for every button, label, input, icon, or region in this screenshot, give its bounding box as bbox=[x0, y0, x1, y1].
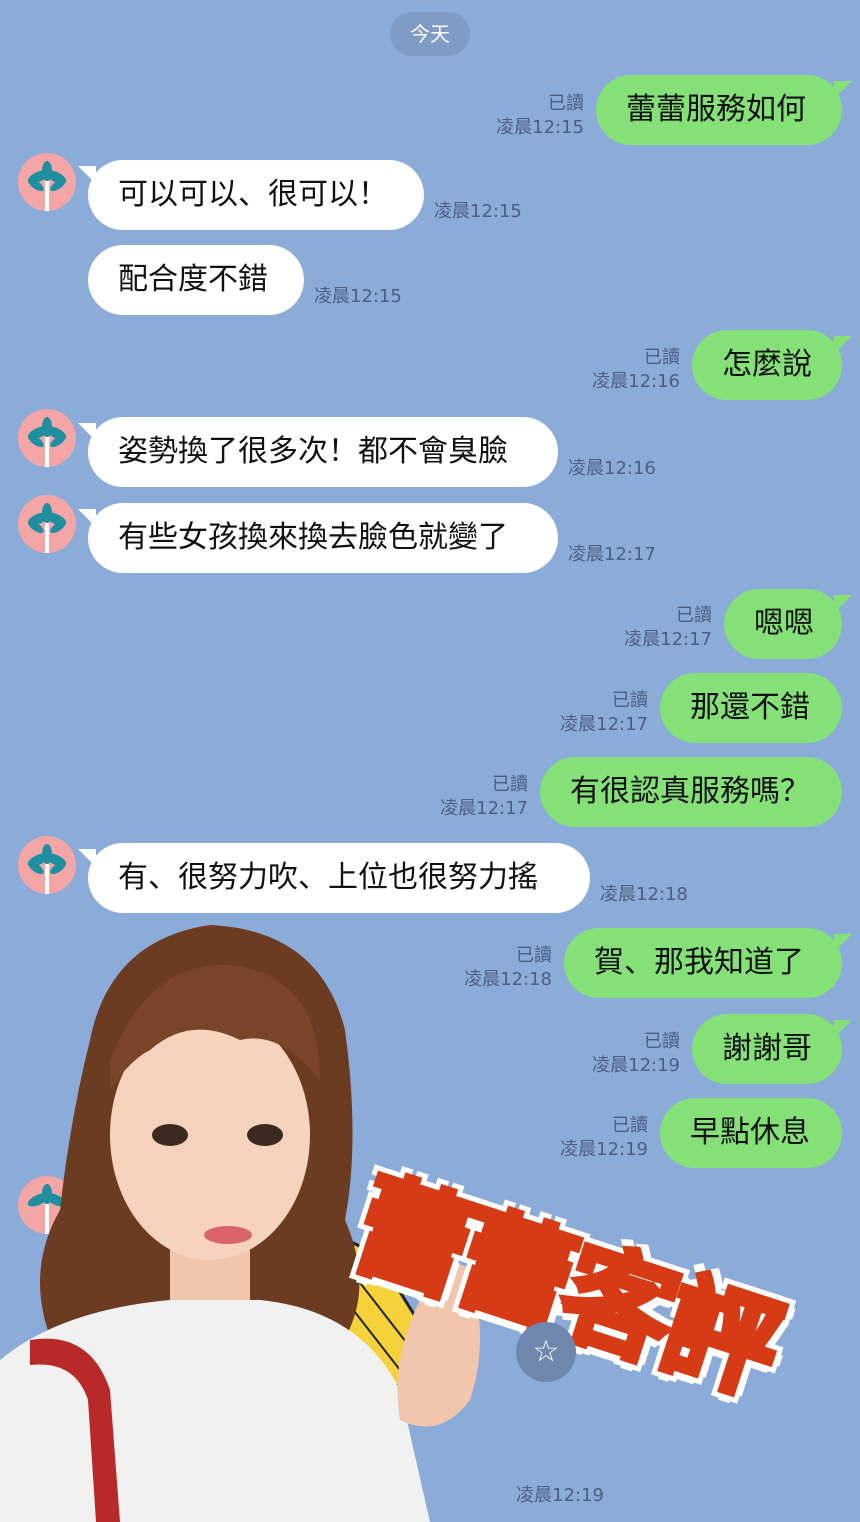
message-time: 凌晨12:17 bbox=[560, 714, 648, 735]
incoming-message-bubble[interactable]: 有些女孩換來換去臉色就變了 bbox=[78, 503, 558, 573]
outgoing-message-bubble[interactable]: 有很認真服務嗎？ bbox=[540, 757, 842, 827]
message-time: 凌晨12:17 bbox=[440, 798, 528, 819]
message-meta: 已讀 凌晨12:17 bbox=[608, 604, 712, 652]
message-meta: 已讀 凌晨12:17 bbox=[544, 689, 648, 737]
read-receipt: 已讀 bbox=[548, 93, 584, 114]
message-time: 凌晨12:17 bbox=[568, 544, 656, 565]
message-time: 凌晨12:17 bbox=[624, 629, 712, 650]
date-divider: 今天 bbox=[390, 12, 470, 56]
read-receipt: 已讀 bbox=[612, 690, 648, 711]
contact-avatar-icon[interactable] bbox=[18, 495, 76, 553]
message-meta: 已讀 凌晨12:15 bbox=[480, 92, 584, 140]
read-receipt: 已讀 bbox=[676, 605, 712, 626]
message-time: 凌晨12:15 bbox=[434, 201, 522, 222]
outgoing-message-bubble[interactable]: 怎麼說 bbox=[692, 330, 852, 400]
contact-avatar-icon[interactable] bbox=[18, 153, 76, 211]
message-time: 凌晨12:16 bbox=[568, 458, 656, 479]
message-time: 凌晨12:19 bbox=[516, 1485, 604, 1506]
outgoing-message-bubble[interactable]: 蕾蕾服務如何 bbox=[596, 75, 852, 145]
message-time: 凌晨12:18 bbox=[600, 884, 688, 905]
contact-avatar-icon[interactable] bbox=[18, 409, 76, 467]
message-time: 凌晨12:15 bbox=[496, 117, 584, 138]
message-time: 凌晨12:16 bbox=[592, 371, 680, 392]
message-meta: 已讀 凌晨12:17 bbox=[424, 773, 528, 821]
outgoing-message-bubble[interactable]: 嗯嗯 bbox=[724, 589, 852, 659]
read-receipt: 已讀 bbox=[644, 347, 680, 368]
incoming-message-bubble[interactable]: 姿勢換了很多次！都不會臭臉 bbox=[78, 417, 558, 487]
message-meta: 已讀 凌晨12:16 bbox=[576, 346, 680, 394]
incoming-message-bubble[interactable]: 配合度不錯 bbox=[88, 245, 304, 315]
contact-avatar-icon[interactable] bbox=[18, 836, 76, 894]
incoming-message-bubble[interactable]: 有、很努力吹、上位也很努力搖 bbox=[78, 843, 590, 913]
outgoing-message-bubble[interactable]: 那還不錯 bbox=[660, 673, 842, 743]
star-icon[interactable]: ☆ bbox=[516, 1322, 576, 1382]
read-receipt: 已讀 bbox=[492, 774, 528, 795]
message-time: 凌晨12:15 bbox=[314, 286, 402, 307]
incoming-message-bubble[interactable]: 可以可以、很可以！ bbox=[78, 160, 424, 230]
